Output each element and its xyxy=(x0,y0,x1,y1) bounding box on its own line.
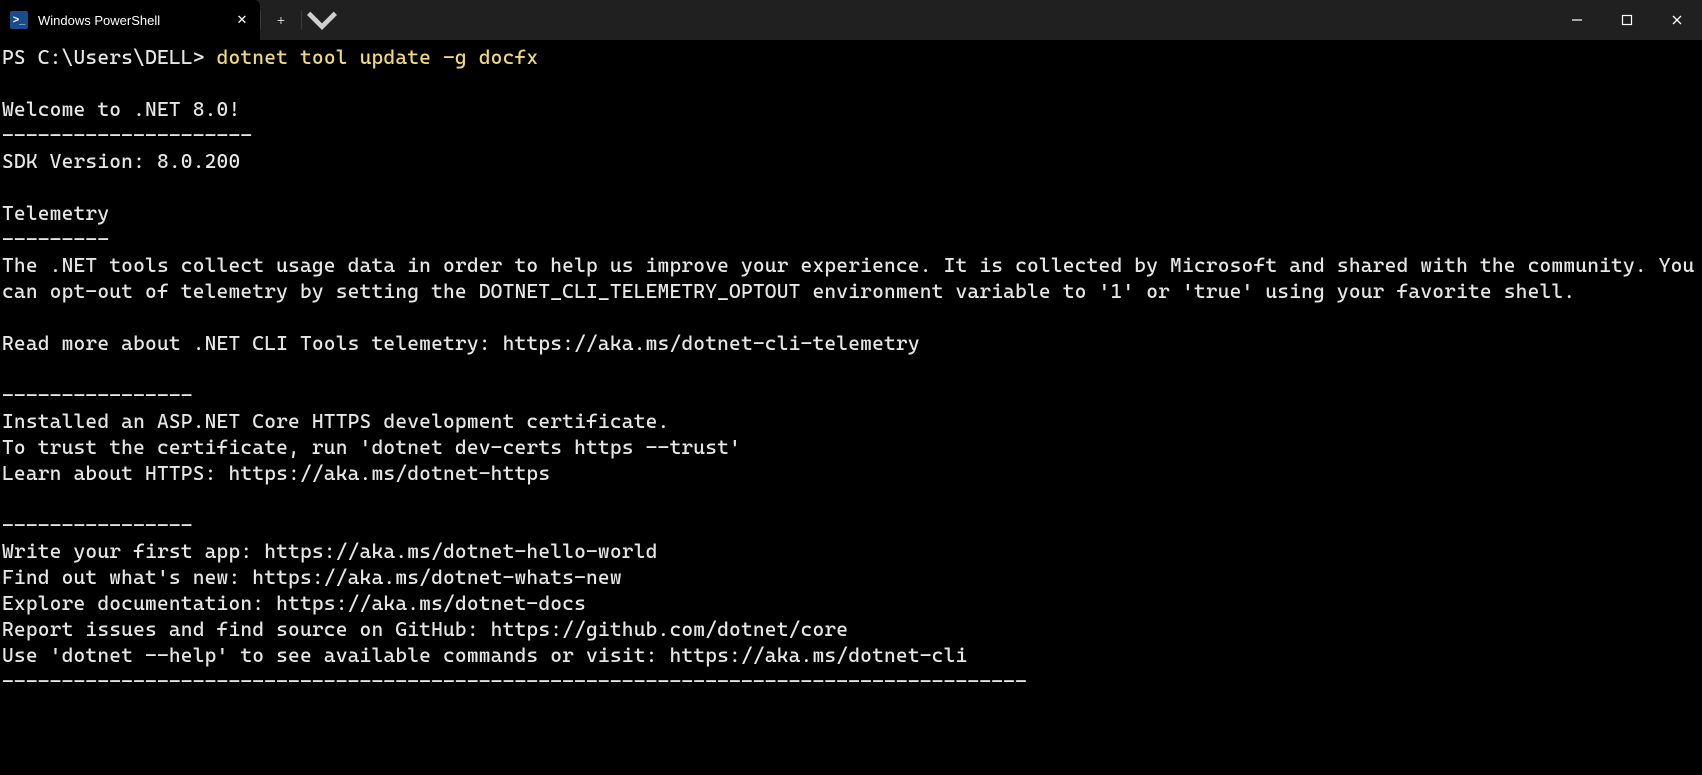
titlebar: >_ Windows PowerShell ✕ + xyxy=(0,0,1702,40)
close-window-button[interactable] xyxy=(1652,0,1702,40)
new-tab-button[interactable]: + xyxy=(261,0,301,40)
maximize-button[interactable] xyxy=(1602,0,1652,40)
chevron-down-icon xyxy=(302,0,342,40)
minimize-button[interactable] xyxy=(1552,0,1602,40)
minimize-icon xyxy=(1571,14,1583,26)
close-icon xyxy=(1671,14,1683,26)
tab-close-button[interactable]: ✕ xyxy=(232,10,252,30)
command-text: dotnet tool update -g docfx xyxy=(217,45,539,69)
tab-title: Windows PowerShell xyxy=(38,13,192,28)
tab-active[interactable]: >_ Windows PowerShell ✕ xyxy=(0,0,260,40)
maximize-icon xyxy=(1621,14,1633,26)
tab-dropdown-button[interactable] xyxy=(302,0,342,40)
tab-actions: + xyxy=(260,0,342,40)
prompt: PS C:\Users\DELL> xyxy=(2,45,217,69)
window-controls xyxy=(1552,0,1702,40)
terminal-output[interactable]: PS C:\Users\DELL> dotnet tool update -g … xyxy=(0,40,1702,775)
titlebar-drag-area[interactable] xyxy=(342,0,1552,40)
powershell-icon: >_ xyxy=(10,11,28,29)
terminal-body: Welcome to .NET 8.0! -------------------… xyxy=(2,97,1702,693)
